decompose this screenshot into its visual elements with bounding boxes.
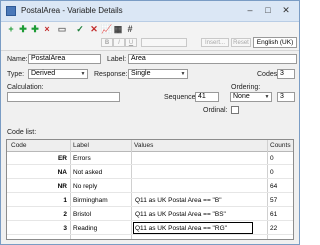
- column-header-counts[interactable]: Counts: [270, 142, 291, 149]
- response-select[interactable]: Single ▼: [128, 69, 188, 79]
- row-values: Q11 as UK Postal Area == "B": [135, 197, 222, 204]
- row-code: 3: [63, 225, 67, 232]
- ordering-value: None: [233, 93, 250, 100]
- row-count: 61: [270, 211, 278, 218]
- table-row[interactable]: NA Not asked 0: [7, 166, 293, 179]
- row-label: Errors: [73, 155, 91, 162]
- calculation-input[interactable]: [7, 92, 120, 102]
- sequence-label: Sequence:: [164, 94, 198, 101]
- delete-icon[interactable]: ×: [42, 24, 52, 34]
- row-values: Q11 as UK Postal Area == "BS": [135, 211, 226, 218]
- row-count: 0: [270, 169, 274, 176]
- ordering-label: Ordering:: [231, 84, 261, 91]
- ordering-select[interactable]: None ▼: [230, 92, 272, 102]
- add-multiple-icon[interactable]: ✚: [18, 24, 28, 34]
- maximize-button[interactable]: □: [259, 3, 277, 17]
- folder-icon[interactable]: ▭: [57, 24, 67, 34]
- row-count: 22: [270, 225, 278, 232]
- response-value: Single: [131, 70, 151, 77]
- chevron-down-icon: ▼: [264, 94, 270, 100]
- row-label: No reply: [73, 183, 98, 190]
- codes-input[interactable]: 3: [277, 69, 295, 79]
- add-icon[interactable]: +: [6, 24, 16, 34]
- chevron-down-icon: ▼: [180, 71, 186, 77]
- cancel-icon[interactable]: ✕: [89, 24, 99, 34]
- row-code: ER: [57, 155, 67, 162]
- row-label: Bristol: [73, 211, 92, 218]
- app-icon: [6, 6, 16, 16]
- type-select[interactable]: Derived ▼: [28, 69, 88, 79]
- ordinal-checkbox[interactable]: [231, 106, 239, 114]
- name-label: Name:: [7, 56, 28, 63]
- insert-icon[interactable]: ✚: [30, 24, 40, 34]
- table-row[interactable]: NR No reply 64: [7, 180, 293, 193]
- name-input[interactable]: PostalArea: [28, 54, 101, 64]
- reset-button[interactable]: Reset: [231, 38, 251, 47]
- chart-icon[interactable]: 📈: [101, 24, 112, 34]
- format-bar: B I U Insert... Reset English (UK): [1, 36, 299, 51]
- table-row[interactable]: 2 Bristol Q11 as UK Postal Area == "BS" …: [7, 208, 293, 221]
- window-title: PostalArea - Variable Details: [21, 6, 123, 15]
- format-icon[interactable]: ▦: [113, 24, 123, 34]
- column-header-values[interactable]: Values: [134, 142, 153, 149]
- row-code: 2: [63, 211, 67, 218]
- row-label: Reading: [73, 225, 98, 232]
- variable-details-window: PostalArea - Variable Details – □ ✕ + ✚ …: [0, 0, 300, 245]
- check-icon[interactable]: ✓: [75, 24, 85, 34]
- code-list-title: Code list:: [7, 129, 37, 136]
- table-row[interactable]: 1 Birmingham Q11 as UK Postal Area == "B…: [7, 194, 293, 207]
- insert-button[interactable]: Insert...: [201, 38, 229, 47]
- row-label: Birmingham: [73, 197, 108, 204]
- ordering-number-input[interactable]: 3: [277, 92, 295, 102]
- numeric-icon[interactable]: #: [125, 24, 135, 34]
- language-select[interactable]: English (UK): [253, 37, 297, 48]
- row-code: NA: [57, 169, 67, 176]
- response-label: Response:: [94, 71, 128, 78]
- chevron-down-icon: ▼: [80, 71, 86, 77]
- ordinal-label: Ordinal:: [203, 107, 228, 114]
- row-code: 1: [63, 197, 67, 204]
- row-count: 64: [270, 183, 278, 190]
- close-window-button[interactable]: ✕: [277, 3, 295, 17]
- codes-label: Codes:: [257, 71, 280, 78]
- style-select[interactable]: [141, 38, 187, 47]
- column-header-label[interactable]: Label: [73, 142, 89, 149]
- table-header: Code Label Values Counts: [7, 140, 293, 152]
- minimize-button[interactable]: –: [241, 3, 259, 17]
- column-header-code[interactable]: Code: [11, 142, 27, 149]
- underline-button[interactable]: U: [125, 38, 137, 47]
- row-count: 0: [270, 155, 274, 162]
- toolbar: + ✚ ✚ × ▭ ✓ ✕ 📈 ▦ #: [1, 22, 299, 37]
- title-bar[interactable]: PostalArea - Variable Details – □ ✕: [1, 1, 299, 22]
- row-values[interactable]: Q11 as UK Postal Area == "RG": [135, 225, 227, 232]
- type-value: Derived: [31, 70, 56, 77]
- table-row[interactable]: 3 Reading Q11 as UK Postal Area == "RG" …: [7, 222, 293, 235]
- label-input[interactable]: Area: [128, 54, 297, 64]
- row-label: Not asked: [73, 169, 103, 176]
- calculation-label: Calculation:: [7, 84, 44, 91]
- bold-button[interactable]: B: [101, 38, 113, 47]
- type-label: Type:: [7, 71, 25, 78]
- sequence-input[interactable]: 41: [195, 92, 219, 102]
- label-label: Label:: [107, 56, 127, 63]
- table-row[interactable]: ER Errors 0: [7, 152, 293, 165]
- code-list-table: Code Label Values Counts ER Errors 0 NA …: [6, 139, 294, 240]
- row-count: 57: [270, 197, 278, 204]
- row-code: NR: [57, 183, 67, 190]
- italic-button[interactable]: I: [113, 38, 125, 47]
